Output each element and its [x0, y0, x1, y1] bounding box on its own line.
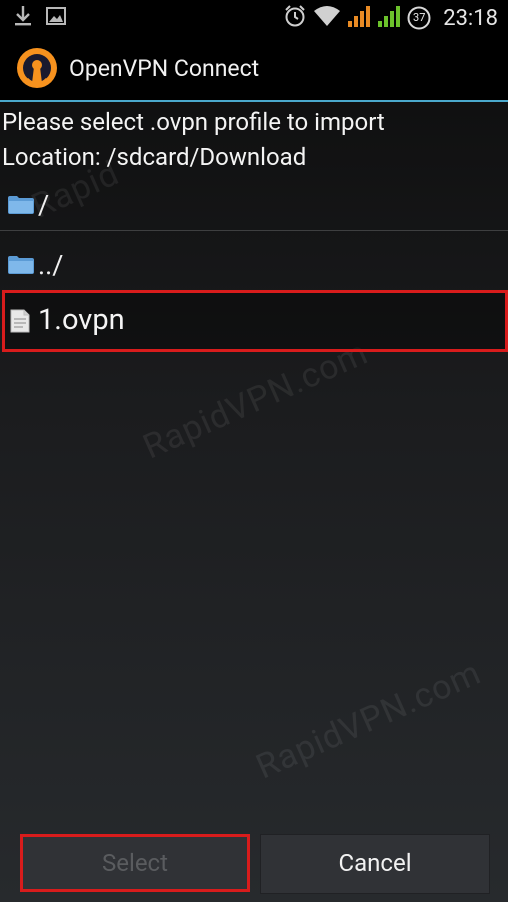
prompt-text: Please select .ovpn profile to import [2, 108, 385, 136]
signal-orange-icon [347, 4, 371, 32]
folder-icon [8, 256, 34, 274]
select-button[interactable]: Select [20, 834, 250, 892]
list-item-label: ../ [38, 249, 64, 281]
image-icon [46, 7, 66, 29]
battery-level: 37 [413, 11, 426, 24]
app-title: OpenVPN Connect [69, 55, 260, 82]
watermark-low: RapidVPN.com [250, 652, 488, 788]
location-text: Location: /sdcard/Download [2, 143, 307, 171]
alarm-icon [283, 4, 307, 32]
list-divider [0, 230, 508, 231]
battery-icon: 37 [407, 6, 431, 30]
list-item-file-1-ovpn[interactable]: 1.ovpn [2, 290, 508, 352]
cancel-button[interactable]: Cancel [260, 834, 490, 894]
list-item-parent-folder[interactable]: ../ [0, 240, 508, 290]
screen: 37 23:18 OpenVPN Connect Rapid RapidVPN.… [0, 0, 508, 902]
download-icon [14, 5, 32, 31]
file-label: 1.ovpn [38, 303, 125, 337]
list-item-root-folder[interactable]: / [0, 180, 508, 230]
openvpn-logo-icon [16, 47, 58, 89]
file-icon [10, 309, 30, 333]
wifi-icon [313, 4, 341, 32]
clock: 23:18 [443, 5, 498, 31]
list-item-label: / [38, 189, 50, 221]
signal-green-icon [377, 4, 401, 32]
action-bar-divider [0, 100, 508, 102]
folder-icon [8, 196, 34, 214]
status-bar: 37 23:18 [0, 0, 508, 36]
watermark-mid: RapidVPN.com [137, 332, 375, 468]
action-bar: OpenVPN Connect [0, 36, 508, 100]
